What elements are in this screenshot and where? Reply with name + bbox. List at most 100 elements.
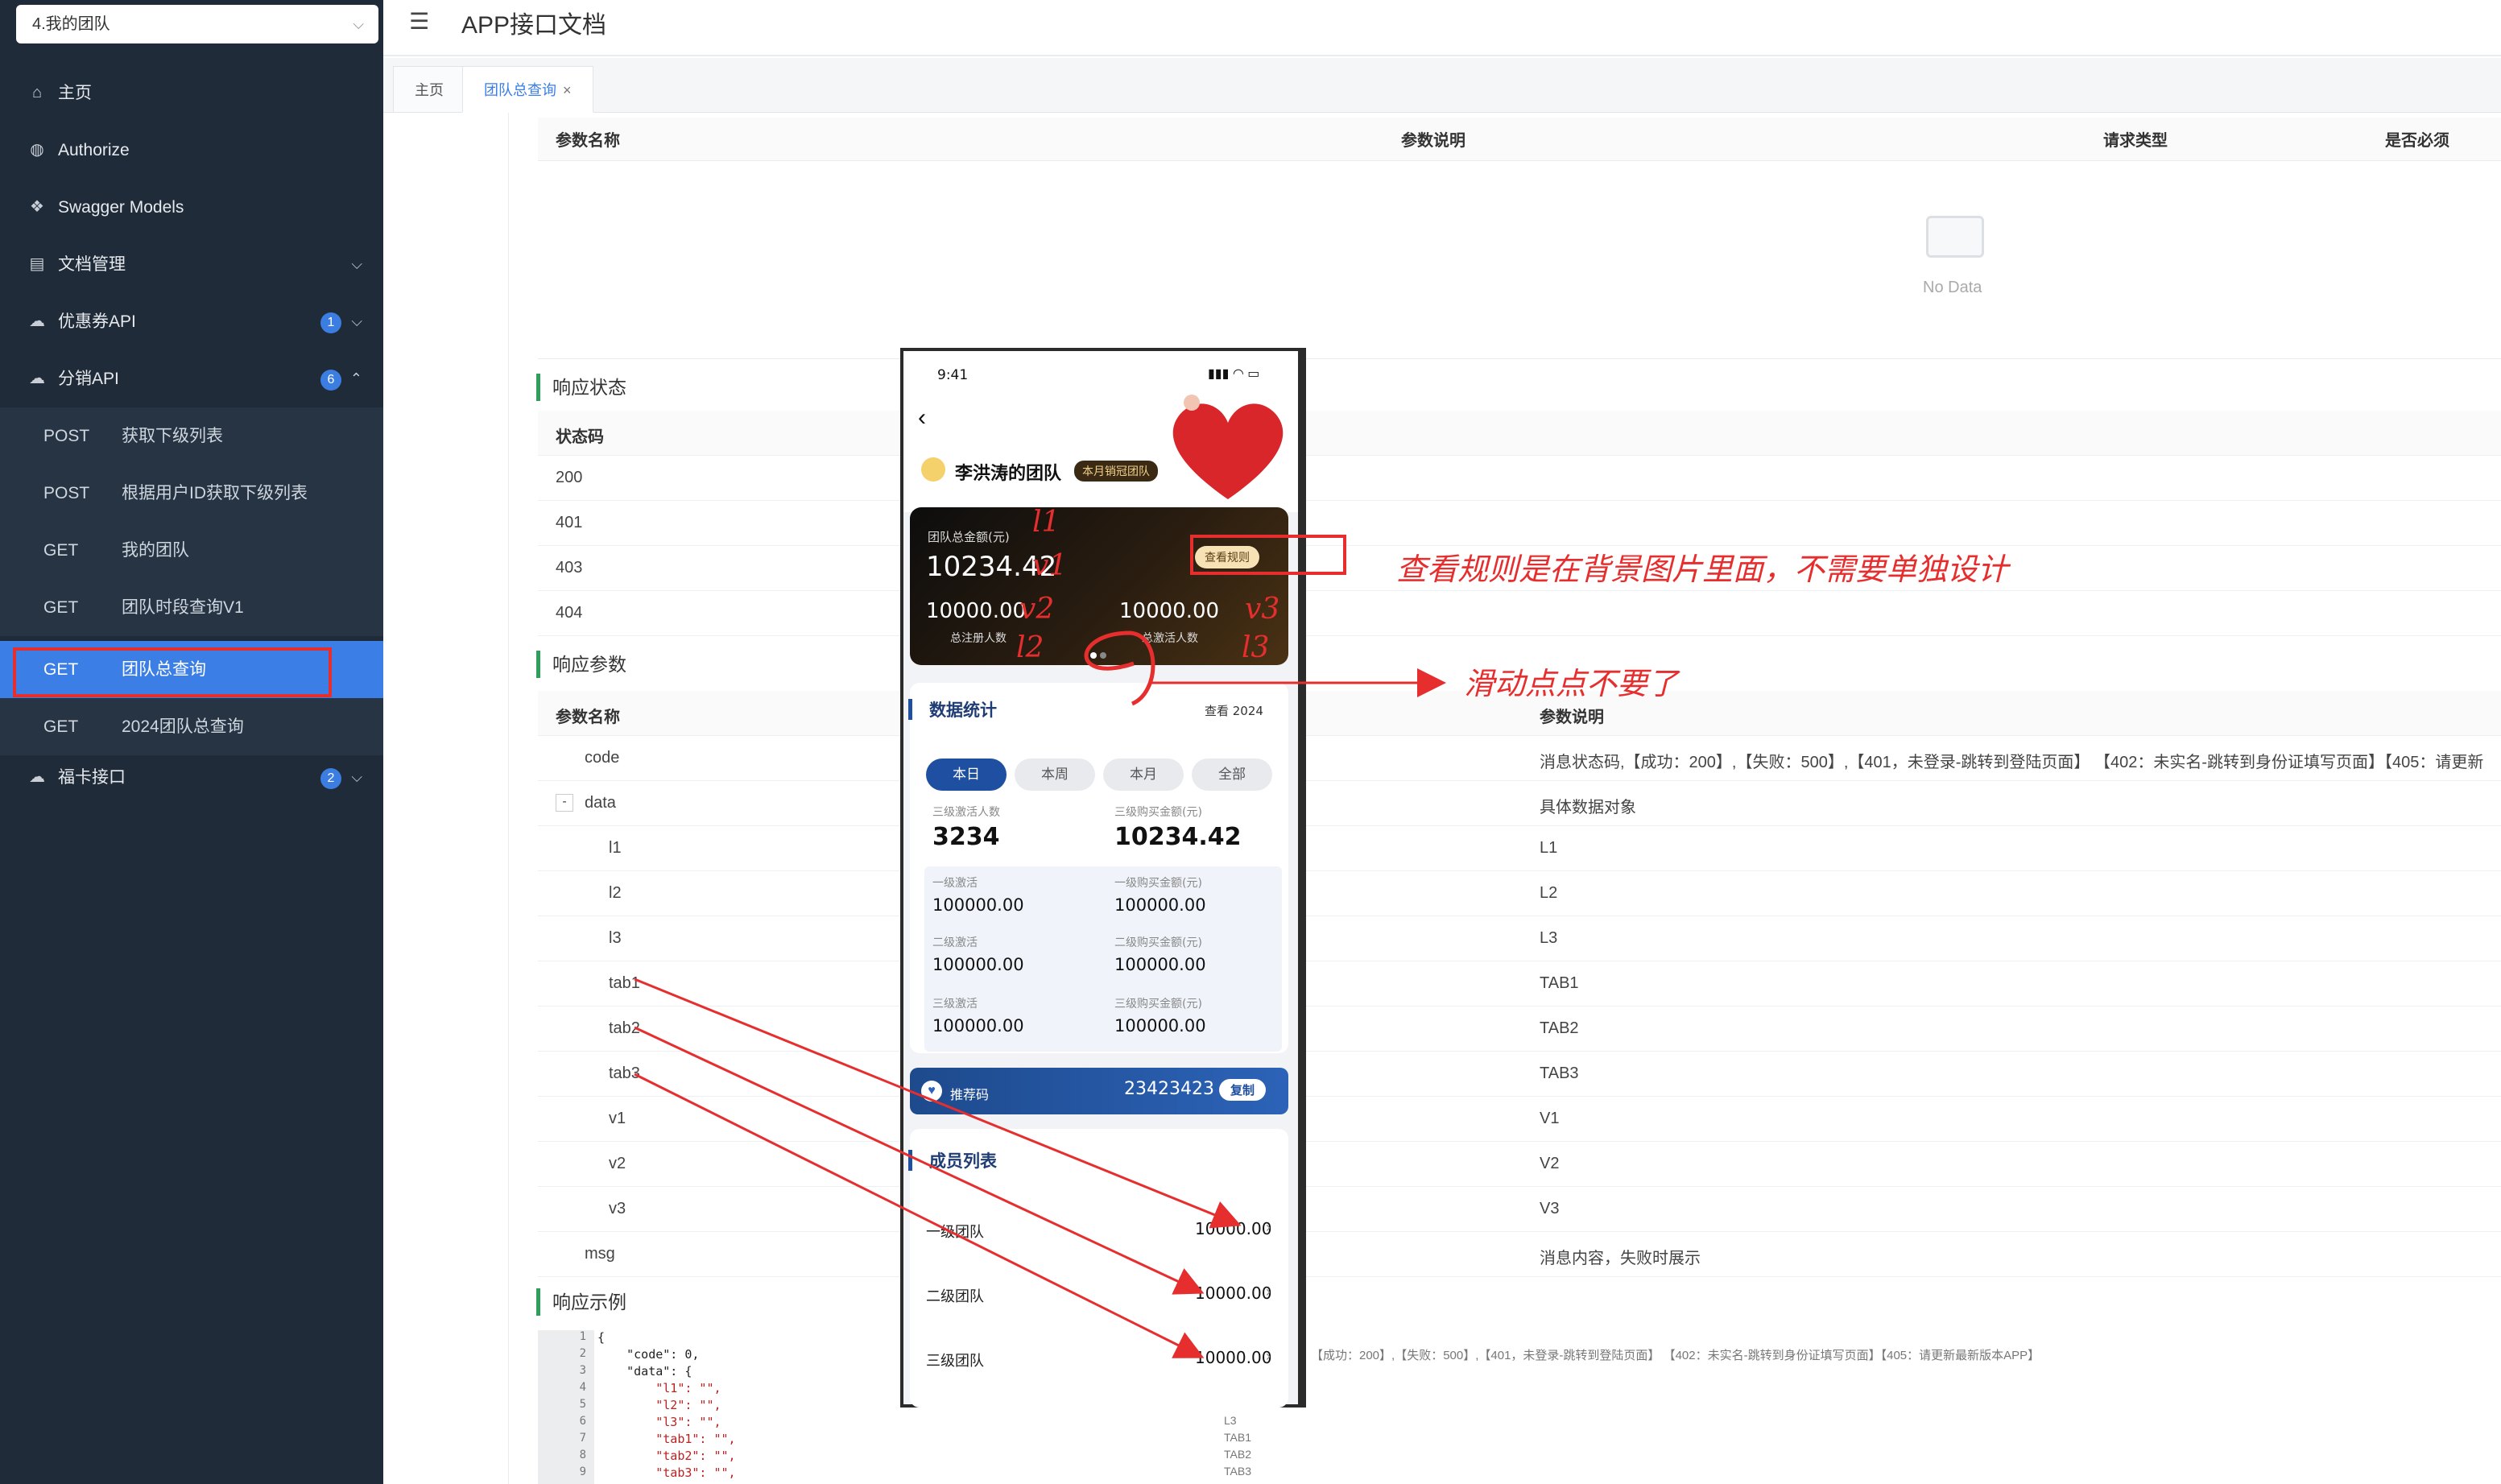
team-select[interactable]: 4.我的团队 ⌵ bbox=[16, 5, 378, 43]
table-row bbox=[538, 1007, 2501, 1052]
code-line: "tab3": "", bbox=[597, 1465, 736, 1480]
grid-label: 一级激活 bbox=[932, 877, 978, 890]
sidebar-subitem-label: 根据用户ID获取下级列表 bbox=[122, 484, 308, 502]
tab-label: 主页 bbox=[415, 82, 444, 98]
code-line: "tab2": "", bbox=[597, 1449, 736, 1463]
sidebar-item-swagger-models[interactable]: ❖ Swagger Models bbox=[0, 179, 383, 236]
stat-label: 三级购买金额(元) bbox=[1114, 806, 1202, 819]
sidebar-subitem[interactable]: POST 根据用户ID获取下级列表 bbox=[0, 465, 383, 522]
sidebar-item-home[interactable]: ⌂ 主页 bbox=[0, 64, 383, 122]
sidebar-subitem[interactable]: GET 2024团队总查询 bbox=[0, 698, 383, 755]
pager-dot bbox=[1090, 652, 1097, 659]
grid-label: 一级购买金额(元) bbox=[1114, 877, 1202, 890]
param-desc: V2 bbox=[1540, 1155, 1560, 1172]
v2-value: 10000.00 bbox=[926, 599, 1027, 623]
param-name: l2 bbox=[609, 884, 622, 902]
segment-month[interactable]: 本月 bbox=[1103, 759, 1184, 791]
empty-text: No Data bbox=[1923, 279, 1982, 296]
grid-value: 100000.00 bbox=[932, 1016, 1024, 1035]
tab-team-total-query[interactable]: 团队总查询 × bbox=[462, 66, 593, 113]
cloud-icon: ☁ bbox=[29, 312, 45, 330]
line-number: 4 bbox=[579, 1381, 586, 1394]
line-number: 9 bbox=[579, 1465, 586, 1478]
section-title: 响应状态 bbox=[536, 374, 626, 401]
http-method: POST bbox=[43, 484, 90, 502]
param-desc: TAB3 bbox=[1540, 1064, 1579, 1082]
annotation-mark: v1 bbox=[1032, 549, 1068, 582]
lock-icon: ◍ bbox=[30, 141, 44, 159]
sidebar-item-doc-manage[interactable]: ▤ 文档管理 ⌵ bbox=[0, 236, 383, 293]
code-line: "code": 0, bbox=[597, 1347, 700, 1362]
segment-all[interactable]: 全部 bbox=[1192, 759, 1272, 791]
table-row bbox=[538, 456, 2501, 501]
param-name: msg bbox=[585, 1245, 615, 1263]
segment-today[interactable]: 本日 bbox=[926, 759, 1007, 791]
param-desc: TAB2 bbox=[1540, 1019, 1579, 1037]
sidebar-item-fuka-api[interactable]: ☁ 福卡接口 2 ⌵ bbox=[0, 749, 383, 806]
stat-value: 3234 bbox=[932, 823, 1000, 851]
annotation-mark: v3 bbox=[1245, 593, 1280, 626]
sidebar-item-distribution-api[interactable]: ☁ 分销API 6 ⌃ bbox=[0, 350, 383, 407]
param-desc: 消息内容，失败时展示 bbox=[1540, 1250, 1701, 1267]
line-number: 8 bbox=[579, 1449, 586, 1461]
code-line: { bbox=[597, 1330, 606, 1345]
stat-label: 三级激活人数 bbox=[932, 806, 1000, 819]
line-number: 3 bbox=[579, 1364, 586, 1377]
doc-icon: ▤ bbox=[29, 255, 45, 273]
param-name: tab1 bbox=[609, 974, 640, 992]
col-header: 参数名称 bbox=[556, 132, 620, 150]
chevron-right-icon: › bbox=[1266, 1219, 1271, 1235]
param-name: tab3 bbox=[609, 1064, 640, 1082]
tab-label: 团队总查询 bbox=[484, 82, 556, 98]
home-icon: ⌂ bbox=[31, 84, 43, 101]
count-badge: 2 bbox=[320, 768, 341, 789]
stats-title: 数据统计 bbox=[929, 701, 997, 720]
status-icons: ▮▮▮ ◠ ▭ bbox=[1208, 367, 1260, 381]
member-row-value[interactable]: 10000.00 bbox=[1195, 1348, 1271, 1367]
members-title: 成员列表 bbox=[929, 1151, 997, 1171]
member-row-value[interactable]: 10000.00 bbox=[1195, 1284, 1271, 1303]
chevron-down-icon: ⌵ bbox=[353, 16, 364, 32]
example-side-val: TAB2 bbox=[1224, 1448, 1251, 1461]
sidebar-item-coupon-api[interactable]: ☁ 优惠券API 1 ⌵ bbox=[0, 293, 383, 350]
tab-bar bbox=[383, 58, 2501, 113]
grid-value: 100000.00 bbox=[1114, 895, 1206, 915]
param-desc: V1 bbox=[1540, 1110, 1560, 1127]
table-row bbox=[538, 1052, 2501, 1097]
sidebar-subitem[interactable]: GET 我的团队 bbox=[0, 522, 383, 579]
chevron-right-icon: › bbox=[1266, 1284, 1271, 1300]
sidebar-subitem[interactable]: POST 获取下级列表 bbox=[0, 407, 383, 465]
col-header: 状态码 bbox=[556, 428, 604, 446]
segment-week[interactable]: 本周 bbox=[1015, 759, 1095, 791]
empty-state bbox=[538, 161, 2501, 359]
param-name: data bbox=[585, 794, 616, 812]
member-row-value[interactable]: 10000.00 bbox=[1195, 1219, 1271, 1238]
copy-button[interactable]: 复制 bbox=[1219, 1079, 1267, 1101]
chevron-up-icon: ⌃ bbox=[349, 370, 362, 387]
col-header: 参数说明 bbox=[1540, 709, 1604, 726]
status-time: 9:41 bbox=[937, 367, 969, 383]
annotation-highlight-box bbox=[13, 647, 332, 697]
close-icon[interactable]: × bbox=[563, 82, 572, 98]
back-arrow-icon[interactable]: ‹ bbox=[918, 404, 926, 432]
cloud-icon: ☁ bbox=[29, 370, 45, 387]
line-number: 5 bbox=[579, 1398, 586, 1411]
annotation-dots-note: 滑动点点不要了 bbox=[1464, 666, 1679, 701]
annotation-rules-note: 查看规则是在背景图片里面，不需要单独设计 bbox=[1396, 552, 2009, 587]
param-desc: L2 bbox=[1540, 884, 1558, 902]
tab-home[interactable]: 主页 bbox=[393, 66, 465, 113]
sidebar-item-authorize[interactable]: ◍ Authorize bbox=[0, 122, 383, 179]
table-row bbox=[538, 781, 2501, 826]
code-line: "l3": "", bbox=[597, 1415, 721, 1429]
expand-toggle[interactable]: - bbox=[556, 794, 573, 812]
chevron-down-icon: ⌵ bbox=[351, 256, 362, 272]
code-line: "tab1": "", bbox=[597, 1432, 736, 1446]
stats-link[interactable]: 查看 2024 bbox=[1205, 702, 1263, 719]
member-row-label: 一级团队 bbox=[926, 1224, 984, 1241]
sidebar-subitem[interactable]: GET 团队时段查询V1 bbox=[0, 579, 383, 636]
param-desc: 消息状态码,【成功：200】,【失败：500】,【401，未登录-跳转到登陆页面… bbox=[1540, 754, 2484, 771]
menu-toggle-icon[interactable]: ☰ bbox=[409, 8, 429, 35]
inbox-icon bbox=[1926, 216, 1984, 258]
heart-icon: ♥ bbox=[921, 1081, 942, 1102]
http-method: GET bbox=[43, 598, 79, 617]
